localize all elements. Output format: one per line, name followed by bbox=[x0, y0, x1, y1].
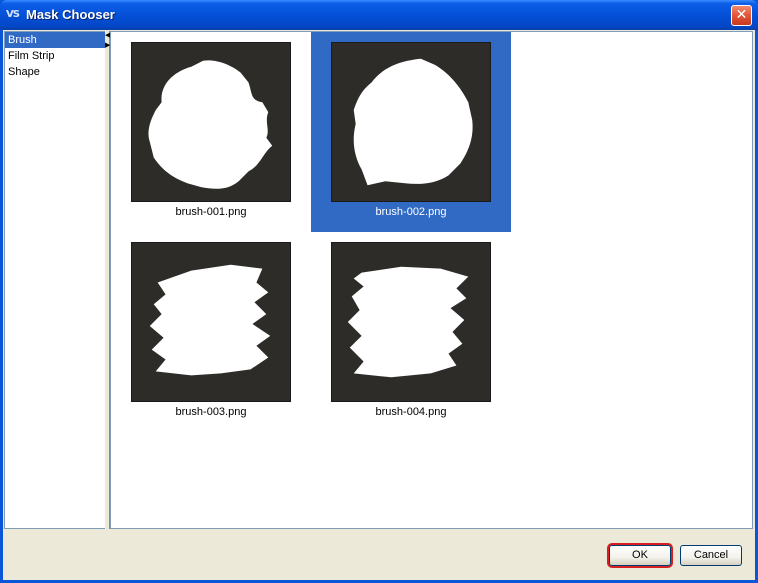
close-icon: ✕ bbox=[735, 7, 748, 23]
mask-thumbnail[interactable]: brush-003.png bbox=[111, 232, 311, 432]
brush-mask-blob-icon bbox=[353, 58, 473, 186]
brush-mask-streaks-2-icon bbox=[347, 266, 469, 378]
cancel-button[interactable]: Cancel bbox=[680, 545, 742, 566]
mask-filename: brush-004.png bbox=[375, 406, 447, 418]
category-item-brush[interactable]: Brush bbox=[5, 32, 105, 48]
brush-mask-round-icon bbox=[148, 60, 273, 189]
collapse-left-icon[interactable]: ◀ bbox=[105, 32, 110, 39]
mask-thumbnail[interactable]: brush-004.png bbox=[311, 232, 511, 432]
window-title: Mask Chooser bbox=[26, 7, 115, 22]
brush-mask-streaks-2-image bbox=[331, 242, 491, 402]
brush-mask-streaks-image bbox=[131, 242, 291, 402]
category-list: Brush Film Strip Shape bbox=[4, 31, 106, 529]
brush-mask-blob-image bbox=[331, 42, 491, 202]
mask-thumbnail-grid: brush-001.png brush-002.png brush-003.pn… bbox=[110, 31, 753, 529]
mask-filename: brush-003.png bbox=[175, 406, 247, 418]
mask-thumbnail-selected[interactable]: brush-002.png bbox=[311, 32, 511, 232]
dialog-button-bar: OK Cancel bbox=[3, 530, 755, 580]
expand-right-icon[interactable]: ▶ bbox=[105, 42, 110, 49]
category-item-shape[interactable]: Shape bbox=[5, 64, 105, 80]
brush-mask-streaks-icon bbox=[149, 264, 271, 376]
mask-filename: brush-002.png bbox=[375, 206, 447, 218]
dialog-body: Brush Film Strip Shape ◀ ▶ brush-001.png bbox=[3, 30, 755, 580]
app-icon: VS bbox=[6, 9, 20, 20]
close-button[interactable]: ✕ bbox=[731, 5, 752, 26]
ok-button[interactable]: OK bbox=[609, 545, 671, 566]
category-item-film-strip[interactable]: Film Strip bbox=[5, 48, 105, 64]
mask-filename: brush-001.png bbox=[175, 206, 247, 218]
brush-mask-round-image bbox=[131, 42, 291, 202]
mask-thumbnail[interactable]: brush-001.png bbox=[111, 32, 311, 232]
mask-chooser-window: VS Mask Chooser ✕ Brush Film Strip Shape… bbox=[0, 0, 758, 583]
title-bar[interactable]: VS Mask Chooser ✕ bbox=[0, 0, 758, 30]
